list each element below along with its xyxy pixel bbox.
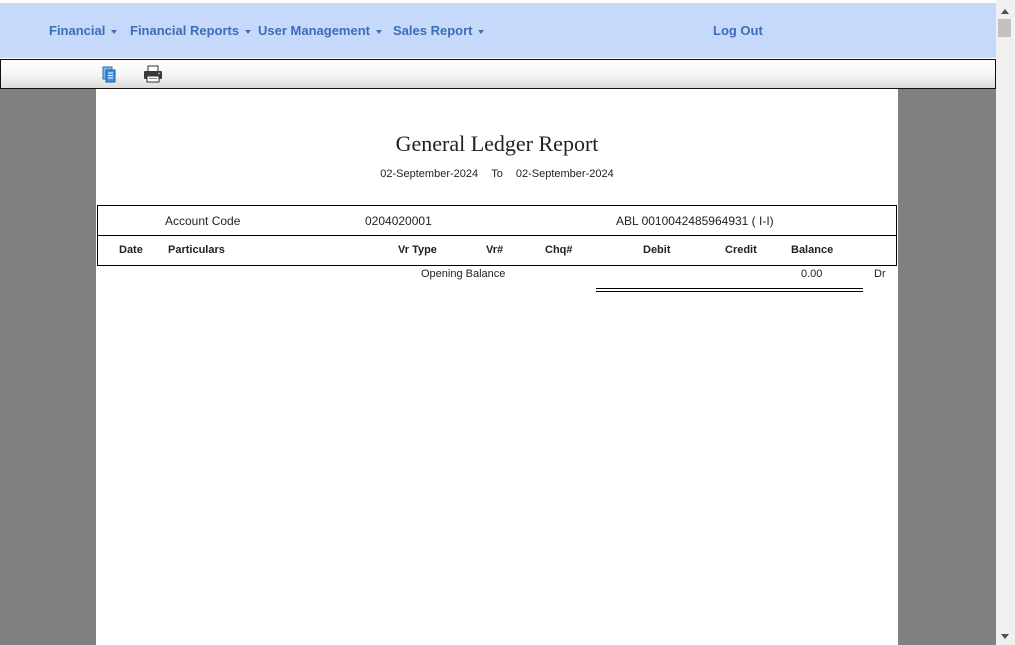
caret-down-icon <box>111 29 118 34</box>
caret-down-icon <box>375 29 382 34</box>
column-header-vr-no: Vr# <box>486 244 504 256</box>
account-code-label: Account Code <box>165 214 241 228</box>
nav-sales-report-menu[interactable]: Sales Report <box>393 23 485 38</box>
scroll-thumb[interactable] <box>998 19 1011 37</box>
nav-sales-report-label: Sales Report <box>393 23 473 38</box>
nav-financial-reports-menu[interactable]: Financial Reports <box>130 23 252 38</box>
caret-down-icon <box>478 29 485 34</box>
column-header-debit: Debit <box>643 244 671 256</box>
opening-balance-side: Dr <box>874 268 886 280</box>
nav-financial-reports-label: Financial Reports <box>130 23 240 38</box>
column-header-chq-no: Chq# <box>545 244 573 256</box>
opening-balance-label: Opening Balance <box>421 268 506 280</box>
nav-user-management-menu[interactable]: User Management <box>258 23 382 38</box>
opening-balance-value: 0.00 <box>801 268 823 280</box>
export-document-icon <box>102 66 116 83</box>
divider <box>98 235 896 236</box>
column-header-balance: Balance <box>791 244 834 256</box>
logout-link[interactable]: Log Out <box>713 23 763 38</box>
scroll-down-arrow-icon[interactable] <box>996 628 1015 645</box>
print-button[interactable] <box>142 63 164 85</box>
account-name: ABL 0010042485964931 ( I-I) <box>616 214 774 228</box>
nav-user-management-label: User Management <box>258 23 370 38</box>
report-title: General Ledger Report <box>395 131 599 156</box>
report-page: General Ledger Report 02-September-2024 … <box>96 89 898 645</box>
scroll-up-arrow-icon[interactable] <box>996 3 1015 20</box>
caret-down-icon <box>245 29 252 34</box>
report-toolbar <box>0 59 996 89</box>
account-code-value: 0204020001 <box>365 214 432 228</box>
column-header-date: Date <box>119 244 143 256</box>
printer-icon <box>144 65 162 83</box>
vertical-scrollbar[interactable] <box>996 0 1015 645</box>
column-header-particulars: Particulars <box>168 244 225 256</box>
nav-financial-label: Financial <box>49 23 106 38</box>
date-range: 02-September-2024 To 02-September-2024 <box>96 168 898 180</box>
date-from: 02-September-2024 <box>380 168 479 180</box>
export-document-button[interactable] <box>98 63 120 85</box>
date-to: 02-September-2024 <box>515 168 614 180</box>
nav-financial-menu[interactable]: Financial <box>49 23 118 38</box>
account-header-box: Account Code 0204020001 ABL 001004248596… <box>97 205 897 266</box>
double-underline <box>596 288 863 292</box>
top-navbar: Financial Financial Reports User Managem… <box>0 0 996 58</box>
column-header-vr-type: Vr Type <box>398 244 437 256</box>
report-viewer: General Ledger Report 02-September-2024 … <box>0 89 996 645</box>
column-header-credit: Credit <box>725 244 757 256</box>
date-separator: To <box>491 168 503 180</box>
